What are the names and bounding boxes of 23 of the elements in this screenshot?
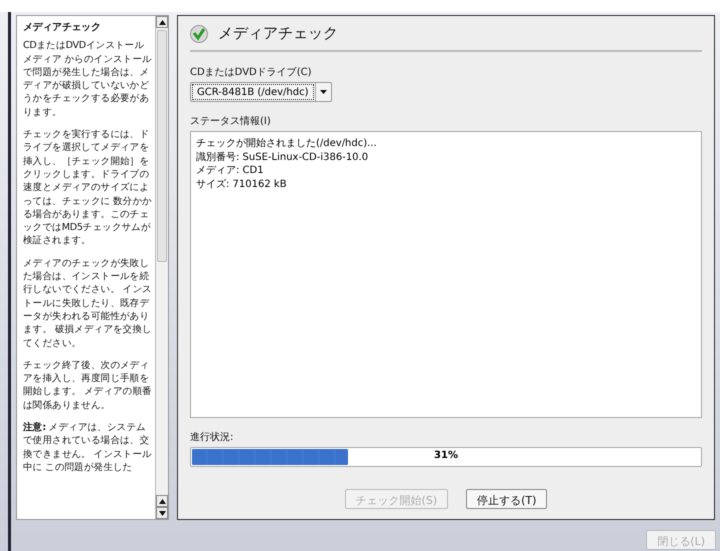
status-line: チェックが開始されました(/dev/hdc)... — [196, 137, 377, 150]
progress-text: 31% — [434, 450, 458, 461]
stop-button[interactable]: 停止する(T) — [466, 489, 548, 509]
drive-label: CDまたはDVDドライブ(C) — [190, 67, 312, 78]
status-line: サイズ: 710162 kB — [196, 178, 287, 191]
dropdown-arrow-icon — [320, 90, 327, 94]
progress-label: 進行状況: — [190, 432, 234, 443]
scroll-up-icon[interactable] — [156, 16, 168, 28]
dialog-title: メディアチェック — [218, 24, 338, 43]
check-shield-icon — [190, 24, 208, 42]
scrollbar[interactable] — [155, 16, 168, 519]
help-paragraph: 注意: メディアは、システムで使用されている場合は、交換できません。 インストール中に この問題が発生した — [23, 421, 153, 474]
status-line: 識別番号: SuSE-Linux-CD-i386-10.0 — [196, 150, 368, 164]
help-paragraph: チェックを実行するには、ドライブを選択してメディアを挿入し、［チェック開始］をクリックします。ドライブの速度とメディアのサイズによっては、チェックに 数分かかる場合があります。このチェックではMD5チェックサムが検証されます。 — [23, 128, 153, 248]
help-paragraph: CDまたはDVDインストールメディア からのインストールで問題が発生した場合は、メディアが破損していないかどうかをチェックする必要があります。 — [23, 39, 153, 120]
help-paragraph: チェック終了後、次のメディアを挿入し、再度同じ手順を開始します。 メディアの順番は関係ありません。 — [23, 358, 153, 412]
status-label: ステータス情報(I) — [190, 116, 271, 127]
help-title: メディアチェック — [23, 21, 102, 34]
help-paragraph: メディアのチェックが失敗した場合は、インストールを続行しないでください。 インストールに失敗したり、既存データが失われる可能性があります。 破損メディアを交換してください。 — [23, 256, 153, 350]
scroll-up-icon[interactable] — [156, 495, 168, 507]
scroll-down-icon[interactable] — [156, 507, 168, 519]
drive-dropdown[interactable]: GCR-8481B (/dev/hdc) — [190, 82, 332, 102]
status-line: メディア: CD1 — [196, 164, 264, 178]
